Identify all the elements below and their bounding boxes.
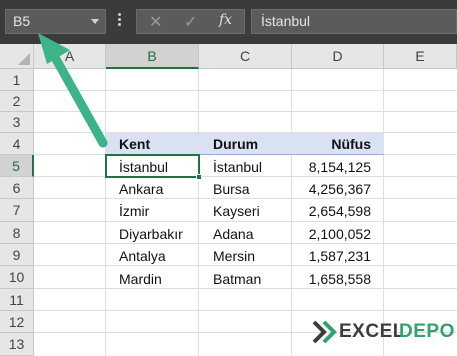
table-cell[interactable]: 2,654,598 — [292, 203, 371, 219]
formula-bar: B5 ✕ ✓ fx İstanbul — [0, 0, 457, 44]
gridline — [383, 69, 384, 356]
table-cell[interactable]: Ankara — [119, 181, 163, 197]
row-header-1[interactable]: 1 — [0, 69, 34, 91]
spreadsheet-grid: A B C D E 1 2 3 4 5 6 7 8 9 10 11 12 13 … — [0, 44, 457, 356]
formula-value: İstanbul — [261, 13, 311, 29]
formula-controls: ✕ ✓ fx — [136, 9, 245, 34]
table-cell[interactable]: 8,154,125 — [292, 159, 371, 175]
kebab-icon[interactable] — [118, 13, 122, 29]
logo-text-excel: EXCEL — [339, 321, 405, 342]
column-header-b[interactable]: B — [106, 44, 199, 69]
row-header-5[interactable]: 5 — [0, 155, 34, 177]
table-cell[interactable]: 1,658,558 — [292, 271, 371, 287]
gridline — [105, 69, 106, 356]
column-header-a[interactable]: A — [34, 44, 106, 69]
row-header-10[interactable]: 10 — [0, 266, 34, 289]
table-cell[interactable]: Adana — [213, 226, 253, 242]
row-header-7[interactable]: 7 — [0, 199, 34, 222]
row-header-8[interactable]: 8 — [0, 222, 34, 244]
row-header-3[interactable]: 3 — [0, 112, 34, 133]
table-cell[interactable]: Mardin — [119, 271, 162, 287]
fill-handle[interactable] — [196, 174, 202, 180]
table-cell[interactable]: İstanbul — [213, 159, 262, 175]
gridline — [34, 265, 457, 266]
row-header-4[interactable]: 4 — [0, 133, 34, 155]
table-header-nufus[interactable]: Nüfus — [292, 136, 371, 152]
name-box-value: B5 — [13, 13, 31, 29]
column-header-e[interactable]: E — [384, 44, 457, 69]
logo-text-depo: DEPO — [399, 321, 455, 342]
table-cell[interactable]: Kayseri — [213, 203, 260, 219]
dropdown-chevron-icon[interactable] — [91, 19, 99, 24]
logo-mark-icon — [312, 320, 337, 344]
table-cell[interactable]: İzmir — [119, 203, 149, 219]
table-header-kent[interactable]: Kent — [119, 136, 150, 152]
selected-cell-b5[interactable] — [105, 154, 202, 180]
table-cell[interactable]: 4,256,367 — [292, 181, 371, 197]
cancel-icon[interactable]: ✕ — [149, 12, 162, 32]
gridline — [34, 198, 457, 199]
row-header-11[interactable]: 11 — [0, 289, 34, 311]
row-header-2[interactable]: 2 — [0, 91, 34, 112]
row-header-6[interactable]: 6 — [0, 177, 34, 199]
gridline — [34, 243, 457, 244]
gridline — [34, 90, 457, 91]
enter-icon[interactable]: ✓ — [184, 12, 197, 32]
row-header-9[interactable]: 9 — [0, 244, 34, 266]
table-cell[interactable]: Bursa — [213, 181, 250, 197]
gridline — [34, 221, 457, 222]
gridline — [198, 69, 199, 356]
table-cell[interactable]: 1,587,231 — [292, 248, 371, 264]
gridline — [34, 310, 457, 311]
row-header-13[interactable]: 13 — [0, 333, 34, 356]
name-box[interactable]: B5 — [5, 9, 106, 34]
gridline — [34, 288, 457, 289]
table-cell[interactable]: Diyarbakır — [119, 226, 183, 242]
formula-input[interactable]: İstanbul — [251, 9, 457, 34]
table-cell[interactable]: Mersin — [213, 248, 255, 264]
gridline — [34, 176, 457, 177]
function-icon[interactable]: fx — [219, 12, 232, 28]
row-header-12[interactable]: 12 — [0, 311, 34, 333]
table-header-durum[interactable]: Durum — [213, 136, 258, 152]
column-header-d[interactable]: D — [292, 44, 384, 69]
table-cell[interactable]: 2,100,052 — [292, 226, 371, 242]
gridline — [34, 111, 457, 112]
table-cell[interactable]: Batman — [213, 271, 261, 287]
column-header-c[interactable]: C — [199, 44, 292, 69]
select-all-corner[interactable] — [0, 44, 34, 69]
table-cell[interactable]: Antalya — [119, 248, 166, 264]
